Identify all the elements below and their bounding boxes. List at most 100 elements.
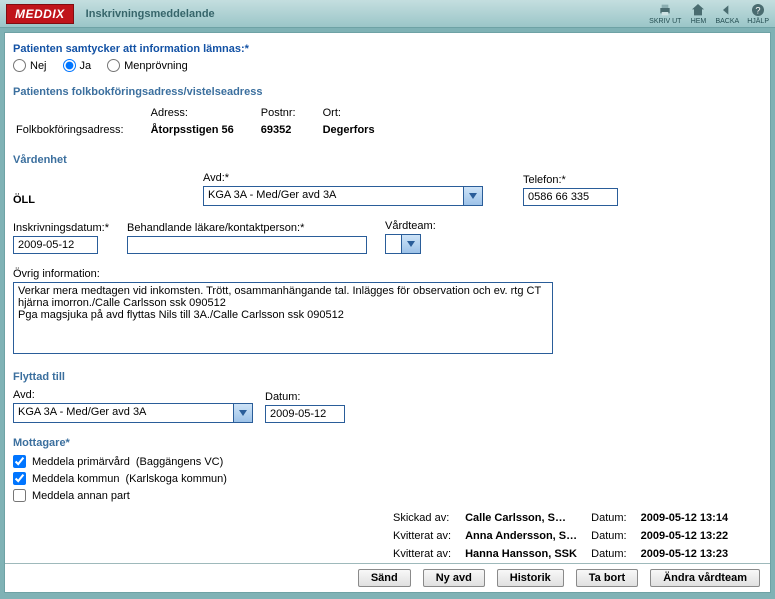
lakare-input[interactable] [127, 236, 367, 254]
receipt-label: Kvitterat av: [387, 546, 457, 562]
consent-menprovning-label: Menprövning [124, 60, 188, 72]
send-button[interactable]: Sänd [358, 569, 411, 587]
consent-menprovning-option[interactable]: Menprövning [107, 59, 188, 72]
flyttad-group: Flyttad till Avd: KGA 3A - Med/Ger avd 3… [13, 371, 762, 423]
oll-label: ÖLL [13, 194, 163, 206]
meddela-primarvard-row[interactable]: Meddela primärvård (Baggängens VC) [13, 455, 762, 468]
home-label: HEM [691, 18, 707, 25]
ovrig-info-textarea[interactable] [13, 282, 553, 354]
consent-yes-option[interactable]: Ja [63, 59, 92, 72]
lakare-label: Behandlande läkare/kontaktperson:* [127, 222, 367, 234]
receipt-date-label: Datum: [585, 528, 632, 544]
mottagare-group: Mottagare* Meddela primärvård (Baggängen… [13, 437, 762, 502]
help-label: HJÄLP [747, 18, 769, 25]
svg-text:?: ? [755, 5, 760, 15]
consent-title: Patienten samtycker att information lämn… [13, 43, 762, 55]
ovrig-info-group: Övrig information: [13, 268, 762, 357]
avd-value: KGA 3A - Med/Ger avd 3A [204, 187, 463, 205]
back-label: BACKA [715, 18, 739, 25]
vardenhet-title: Vårdenhet [13, 154, 762, 166]
meddela-kommun-row[interactable]: Meddela kommun (Karlskoga kommun) [13, 472, 762, 485]
address-title: Patientens folkbokföringsadress/vistelse… [13, 86, 762, 98]
flyttad-title: Flyttad till [13, 371, 762, 383]
consent-yes-radio[interactable] [63, 59, 76, 72]
receipt-by: Anna Andersson, S… [459, 528, 583, 544]
meddela-primarvard-extra: (Baggängens VC) [136, 456, 223, 468]
content-panel: Patienten samtycker att information lämn… [4, 32, 771, 593]
mottagare-title: Mottagare* [13, 437, 762, 449]
home-icon [689, 2, 707, 18]
vardteam-select[interactable] [385, 234, 421, 254]
address-label-ort: Ort: [322, 106, 399, 121]
consent-no-label: Nej [30, 60, 47, 72]
inskrivning-group: Inskrivningsdatum:* Behandlande läkare/k… [13, 220, 762, 254]
meddela-annan-checkbox[interactable] [13, 489, 26, 502]
meddela-kommun-checkbox[interactable] [13, 472, 26, 485]
meddela-primarvard-label: Meddela primärvård [32, 456, 130, 468]
change-team-button[interactable]: Ändra vårdteam [650, 569, 760, 587]
consent-no-option[interactable]: Nej [13, 59, 47, 72]
chevron-down-icon [463, 187, 482, 205]
flyttad-datum-input[interactable] [265, 405, 345, 423]
help-button[interactable]: ? HJÄLP [747, 2, 769, 25]
title-bar: MEDDIX Inskrivningsmeddelande SKRIV UT H… [0, 0, 775, 28]
flyttad-avd-value: KGA 3A - Med/Ger avd 3A [14, 404, 233, 422]
footer-toolbar: Sänd Ny avd Historik Ta bort Ändra vårdt… [5, 563, 770, 592]
consent-yes-label: Ja [80, 60, 92, 72]
meddela-primarvard-checkbox[interactable] [13, 455, 26, 468]
vardteam-label: Vårdteam: [385, 220, 436, 232]
receipt-label: Kvitterat av: [387, 528, 457, 544]
ovrig-info-label: Övrig information: [13, 268, 762, 280]
print-label: SKRIV UT [649, 18, 681, 25]
receipt-label: Skickad av: [387, 510, 457, 526]
vardteam-value [386, 235, 401, 253]
avd-select[interactable]: KGA 3A - Med/Ger avd 3A [203, 186, 483, 206]
consent-group: Patienten samtycker att information lämn… [13, 43, 762, 72]
new-dept-button[interactable]: Ny avd [423, 569, 485, 587]
meddela-kommun-extra: (Karlskoga kommun) [125, 473, 226, 485]
flyttad-datum-label: Datum: [265, 391, 345, 403]
back-icon [718, 2, 736, 18]
receipt-row: Skickad av: Calle Carlsson, S… Datum: 20… [387, 510, 734, 526]
receipt-date-label: Datum: [585, 510, 632, 526]
address-value-postnr: 69352 [260, 123, 320, 138]
consent-menprovning-radio[interactable] [107, 59, 120, 72]
inskrivningsdatum-input[interactable] [13, 236, 98, 254]
receipt-date: 2009-05-12 13:14 [635, 510, 734, 526]
address-label-postnr: Postnr: [260, 106, 320, 121]
address-group: Patientens folkbokföringsadress/vistelse… [13, 86, 762, 140]
home-button[interactable]: HEM [689, 2, 707, 25]
meddela-annan-label: Meddela annan part [32, 490, 130, 502]
receipt-date: 2009-05-12 13:23 [635, 546, 734, 562]
app-logo: MEDDIX [6, 4, 74, 24]
telefon-input[interactable] [523, 188, 618, 206]
flyttad-avd-select[interactable]: KGA 3A - Med/Ger avd 3A [13, 403, 253, 423]
meddela-annan-row[interactable]: Meddela annan part [13, 489, 762, 502]
back-button[interactable]: BACKA [715, 2, 739, 25]
receipt-row: Kvitterat av: Anna Andersson, S… Datum: … [387, 528, 734, 544]
delete-button[interactable]: Ta bort [576, 569, 638, 587]
print-button[interactable]: SKRIV UT [649, 2, 681, 25]
consent-no-radio[interactable] [13, 59, 26, 72]
page-title: Inskrivningsmeddelande [86, 8, 215, 20]
receipt-by: Calle Carlsson, S… [459, 510, 583, 526]
chevron-down-icon [233, 404, 252, 422]
chevron-down-icon [401, 235, 420, 253]
avd-label: Avd:* [203, 172, 483, 184]
inskrivningsdatum-label: Inskrivningsdatum:* [13, 222, 109, 234]
receipt-row: Kvitterat av: Hanna Hansson, SSK Datum: … [387, 546, 734, 562]
printer-icon [656, 2, 674, 18]
vardenhet-group: Vårdenhet ÖLL Avd:* KGA 3A - Med/Ger avd… [13, 154, 762, 206]
telefon-label: Telefon:* [523, 174, 618, 186]
address-label-reg: Folkbokföringsadress: [15, 123, 148, 138]
title-toolbar: SKRIV UT HEM BACKA ? HJÄLP [649, 2, 769, 25]
receipt-date: 2009-05-12 13:22 [635, 528, 734, 544]
receipt-date-label: Datum: [585, 546, 632, 562]
address-value-adress: Åtorpsstigen 56 [150, 123, 258, 138]
app-window: MEDDIX Inskrivningsmeddelande SKRIV UT H… [0, 0, 775, 599]
history-button[interactable]: Historik [497, 569, 564, 587]
address-table: Adress: Postnr: Ort: Folkbokföringsadres… [13, 104, 401, 140]
address-label-adress: Adress: [150, 106, 258, 121]
meddela-kommun-label: Meddela kommun [32, 473, 119, 485]
flyttad-avd-label: Avd: [13, 389, 253, 401]
